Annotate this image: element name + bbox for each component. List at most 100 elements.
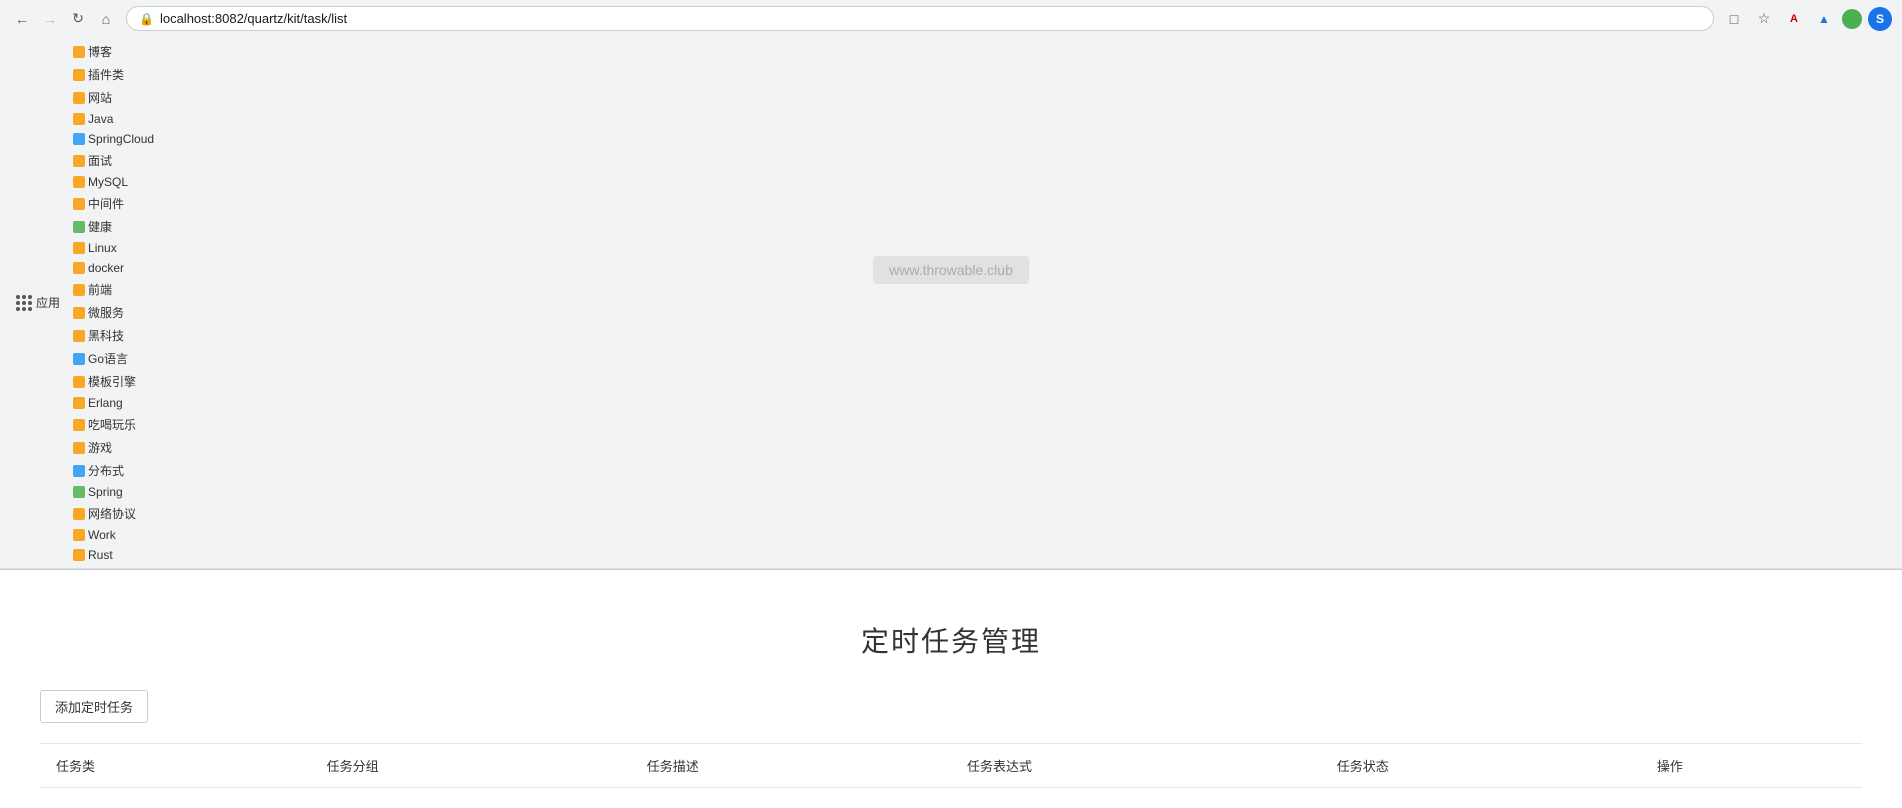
bookmark-item-网络协议[interactable]: 网络协议 bbox=[66, 502, 161, 525]
extension-icon bbox=[1842, 9, 1862, 29]
bookmark-folder-icon bbox=[73, 486, 85, 498]
bookmark-folder-icon bbox=[73, 284, 85, 296]
bookmark-folder-icon bbox=[73, 262, 85, 274]
bookmark-label: Go语言 bbox=[88, 350, 128, 367]
bookmark-item-docker[interactable]: docker bbox=[66, 258, 161, 278]
bookmark-label: 健康 bbox=[88, 218, 112, 235]
bookmark-item-Java[interactable]: Java bbox=[66, 109, 161, 129]
bookmark-folder-icon bbox=[73, 376, 85, 388]
bookmark-item-游戏[interactable]: 游戏 bbox=[66, 436, 161, 459]
bookmark-folder-icon bbox=[73, 307, 85, 319]
bookmark-folder-icon bbox=[73, 529, 85, 541]
bookmark-item-Erlang[interactable]: Erlang bbox=[66, 393, 161, 413]
bookmark-folder-icon bbox=[73, 442, 85, 454]
bookmark-item-黑科技[interactable]: 黑科技 bbox=[66, 324, 161, 347]
bookmark-label: 模板引擎 bbox=[88, 373, 136, 390]
browser-chrome: ← → ↻ ⌂ 🔒 localhost:8082/quartz/kit/task… bbox=[0, 0, 1902, 570]
bookmark-label: Erlang bbox=[88, 396, 123, 410]
bookmark-folder-icon bbox=[73, 155, 85, 167]
bookmark-item-Linux[interactable]: Linux bbox=[66, 238, 161, 258]
bookmark-label: SpringCloud bbox=[88, 132, 154, 146]
bookmark-label: Java bbox=[88, 112, 113, 126]
bookmark-label: 中间件 bbox=[88, 195, 124, 212]
bookmark-item-中间件[interactable]: 中间件 bbox=[66, 192, 161, 215]
acrobat-button[interactable]: A bbox=[1782, 7, 1806, 31]
bookmark-button[interactable]: ☆ bbox=[1752, 7, 1776, 31]
bookmark-item-前端[interactable]: 前端 bbox=[66, 278, 161, 301]
address-bar[interactable]: 🔒 localhost:8082/quartz/kit/task/list bbox=[126, 6, 1714, 31]
screenshot-button[interactable]: □ bbox=[1722, 7, 1746, 31]
browser-toolbar: ← → ↻ ⌂ 🔒 localhost:8082/quartz/kit/task… bbox=[0, 0, 1902, 37]
bookmark-item-插件类[interactable]: 插件类 bbox=[66, 63, 161, 86]
bookmark-label: Spring bbox=[88, 485, 123, 499]
profile-button[interactable]: S bbox=[1868, 7, 1892, 31]
bookmark-item-吃喝玩乐[interactable]: 吃喝玩乐 bbox=[66, 413, 161, 436]
bookmark-folder-icon bbox=[73, 113, 85, 125]
bookmark-label: 博客 bbox=[88, 43, 112, 60]
bookmark-folder-icon bbox=[73, 465, 85, 477]
bookmark-item-Work[interactable]: Work bbox=[66, 525, 161, 545]
forward-button[interactable]: → bbox=[38, 7, 62, 31]
bookmark-label: 网站 bbox=[88, 89, 112, 106]
bookmark-folder-icon bbox=[73, 46, 85, 58]
bookmark-label: 前端 bbox=[88, 281, 112, 298]
bookmark-folder-icon bbox=[73, 508, 85, 520]
bookmark-item-分布式[interactable]: 分布式 bbox=[66, 459, 161, 482]
bookmark-folder-icon bbox=[73, 133, 85, 145]
bookmark-folder-icon bbox=[73, 92, 85, 104]
bookmark-label: MySQL bbox=[88, 175, 128, 189]
bookmark-label: 面试 bbox=[88, 152, 112, 169]
task-table: 任务类任务分组任务描述任务表达式任务状态操作 bbox=[40, 743, 1862, 788]
bookmark-label: docker bbox=[88, 261, 124, 275]
bookmark-label: Work bbox=[88, 528, 116, 542]
bookmark-label: 黑科技 bbox=[88, 327, 124, 344]
vpn-button[interactable]: ▲ bbox=[1812, 7, 1836, 31]
column-header-task_group: 任务分组 bbox=[311, 744, 631, 788]
bookmark-folder-icon bbox=[73, 198, 85, 210]
nav-buttons: ← → ↻ ⌂ bbox=[10, 7, 118, 31]
back-button[interactable]: ← bbox=[10, 7, 34, 31]
bookmark-folder-icon bbox=[73, 242, 85, 254]
bookmark-label: 插件类 bbox=[88, 66, 124, 83]
bookmark-item-MySQL[interactable]: MySQL bbox=[66, 172, 161, 192]
bookmark-item-博客[interactable]: 博客 bbox=[66, 40, 161, 63]
page-content: 定时任务管理 添加定时任务 任务类任务分组任务描述任务表达式任务状态操作 bbox=[0, 570, 1902, 808]
bookmark-item-网站[interactable]: 网站 bbox=[66, 86, 161, 109]
column-header-task_expr: 任务表达式 bbox=[951, 744, 1321, 788]
table-header: 任务类任务分组任务描述任务表达式任务状态操作 bbox=[40, 744, 1862, 788]
bookmark-label: Linux bbox=[88, 241, 117, 255]
page-title: 定时任务管理 bbox=[40, 620, 1862, 660]
browser-actions: □ ☆ A ▲ S bbox=[1722, 7, 1892, 31]
bookmark-label: 分布式 bbox=[88, 462, 124, 479]
bookmark-item-模板引擎[interactable]: 模板引擎 bbox=[66, 370, 161, 393]
bookmark-item-健康[interactable]: 健康 bbox=[66, 215, 161, 238]
table-header-row: 任务类任务分组任务描述任务表达式任务状态操作 bbox=[40, 744, 1862, 788]
bookmark-label: 吃喝玩乐 bbox=[88, 416, 136, 433]
reload-button[interactable]: ↻ bbox=[66, 7, 90, 31]
bookmark-folder-icon bbox=[73, 549, 85, 561]
column-header-task_status: 任务状态 bbox=[1321, 744, 1641, 788]
bookmark-folder-icon bbox=[73, 419, 85, 431]
bookmark-label: 游戏 bbox=[88, 439, 112, 456]
bookmark-folder-icon bbox=[73, 397, 85, 409]
lock-icon: 🔒 bbox=[139, 12, 154, 26]
bookmark-item-面试[interactable]: 面试 bbox=[66, 149, 161, 172]
bookmark-item-Go语言[interactable]: Go语言 bbox=[66, 347, 161, 370]
bookmark-item-Spring[interactable]: Spring bbox=[66, 482, 161, 502]
apps-label: 应用 bbox=[36, 294, 60, 311]
url-text: localhost:8082/quartz/kit/task/list bbox=[160, 11, 1701, 26]
bookmarks-bar: 应用 博客插件类网站 Java SpringCloud 面试 MySQL 中间件健康 Lin… bbox=[0, 37, 1902, 569]
apps-grid-icon bbox=[16, 295, 32, 311]
column-header-task_desc: 任务描述 bbox=[631, 744, 951, 788]
bookmark-folder-icon bbox=[73, 353, 85, 365]
bookmark-item-微服务[interactable]: 微服务 bbox=[66, 301, 161, 324]
column-header-task_action: 操作 bbox=[1641, 744, 1862, 788]
bookmark-item-SpringCloud[interactable]: SpringCloud bbox=[66, 129, 161, 149]
apps-button[interactable]: 应用 bbox=[10, 291, 66, 314]
bookmark-label: Rust bbox=[88, 548, 113, 562]
add-task-button[interactable]: 添加定时任务 bbox=[40, 690, 148, 723]
bookmark-folder-icon bbox=[73, 330, 85, 342]
home-button[interactable]: ⌂ bbox=[94, 7, 118, 31]
bookmark-item-Rust[interactable]: Rust bbox=[66, 545, 161, 565]
bookmark-folder-icon bbox=[73, 176, 85, 188]
